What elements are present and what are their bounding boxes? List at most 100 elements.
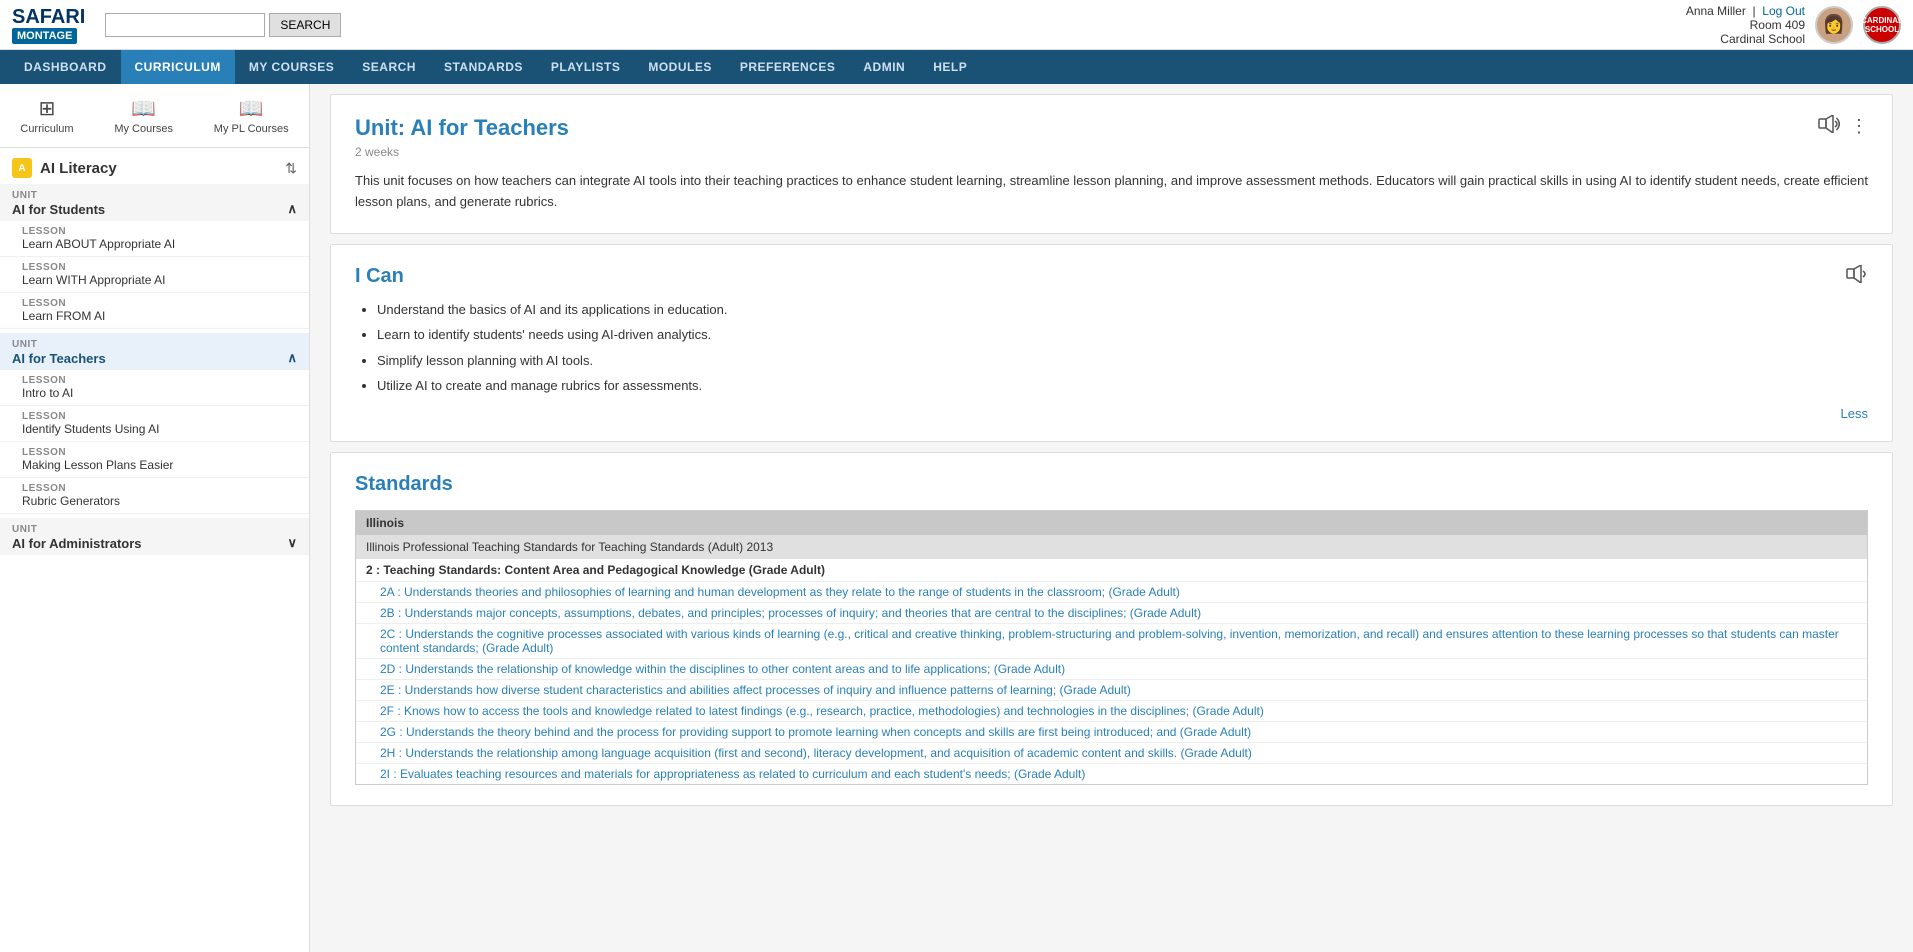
- nav-standards[interactable]: STANDARDS: [430, 50, 537, 84]
- sidebar-unit-ai-for-administrators: UNIT AI for Administrators ∨: [0, 518, 309, 555]
- i-can-list: Understand the basics of AI and its appl…: [355, 300, 1868, 396]
- std-sub-2a: 2A : Understands theories and philosophi…: [356, 581, 1867, 602]
- standards-section: Standards Illinois Illinois Professional…: [330, 452, 1893, 806]
- sidebar-item-curriculum[interactable]: ⊞ Curriculum: [10, 92, 83, 139]
- more-options-icon[interactable]: ⋮: [1850, 116, 1868, 137]
- search-button[interactable]: SEARCH: [269, 13, 341, 37]
- search-area: SEARCH: [105, 13, 341, 37]
- std-sub-2d: 2D : Understands the relationship of kno…: [356, 658, 1867, 679]
- std-state: Illinois: [366, 516, 404, 530]
- sidebar-nav-curriculum-label: Curriculum: [20, 123, 73, 135]
- nav-admin[interactable]: ADMIN: [849, 50, 919, 84]
- my-pl-courses-icon: 📖: [239, 96, 264, 121]
- std-2g-text: 2G : Understands the theory behind and t…: [380, 725, 1251, 739]
- std-group-row: Illinois Professional Teaching Standards…: [356, 535, 1867, 559]
- sidebar-lesson-making-lesson-plans[interactable]: LESSON Making Lesson Plans Easier: [0, 442, 309, 478]
- nav-preferences[interactable]: PREFERENCES: [726, 50, 850, 84]
- logout-link[interactable]: Log Out: [1762, 4, 1805, 18]
- standards-table-inner: Illinois Illinois Professional Teaching …: [356, 511, 1867, 784]
- unit-title-block: Unit: AI for Teachers 2 weeks: [355, 115, 569, 159]
- std-2i-text: 2I : Evaluates teaching resources and ma…: [380, 767, 1085, 781]
- school-badge: CARDINALSCHOOL: [1863, 6, 1901, 44]
- unit-title-ai-for-students[interactable]: AI for Students ∧: [12, 201, 297, 217]
- sidebar-lesson-intro-to-ai[interactable]: LESSON Intro to AI: [0, 370, 309, 406]
- i-can-read-aloud-icon[interactable]: [1846, 265, 1868, 288]
- unit-header-icons: ⋮: [1818, 115, 1868, 138]
- sidebar-lesson-rubric-generators[interactable]: LESSON Rubric Generators: [0, 478, 309, 514]
- std-sub-2g: 2G : Understands the theory behind and t…: [356, 721, 1867, 742]
- sidebar-expand-icon[interactable]: ⇅: [285, 160, 297, 177]
- sidebar: ⊞ Curriculum 📖 My Courses 📖 My PL Course…: [0, 84, 310, 952]
- unit-description: This unit focuses on how teachers can in…: [355, 171, 1868, 213]
- section-header: Unit: AI for Teachers 2 weeks ⋮: [355, 115, 1868, 159]
- user-area: Anna Miller | Log Out Room 409 Cardinal …: [1686, 4, 1901, 46]
- nav-search[interactable]: SEARCH: [348, 50, 430, 84]
- standards-title: Standards: [355, 473, 1868, 496]
- user-school: Cardinal School: [1720, 32, 1805, 46]
- sidebar-top-nav: ⊞ Curriculum 📖 My Courses 📖 My PL Course…: [0, 84, 309, 148]
- std-sub-2e: 2E : Understands how diverse student cha…: [356, 679, 1867, 700]
- i-can-item-4: Utilize AI to create and manage rubrics …: [377, 376, 1868, 396]
- user-info: Anna Miller | Log Out Room 409 Cardinal …: [1686, 4, 1805, 46]
- i-can-icons: [1846, 265, 1868, 288]
- nav-my-courses[interactable]: MY COURSES: [235, 50, 348, 84]
- main-layout: ⊞ Curriculum 📖 My Courses 📖 My PL Course…: [0, 84, 1913, 952]
- user-name: Anna Miller: [1686, 4, 1746, 18]
- sidebar-lesson-learn-with[interactable]: LESSON Learn WITH Appropriate AI: [0, 257, 309, 293]
- sidebar-unit-ai-for-teachers: UNIT AI for Teachers ∧: [0, 333, 309, 370]
- std-sub-2b: 2B : Understands major concepts, assumpt…: [356, 602, 1867, 623]
- sidebar-item-my-pl-courses[interactable]: 📖 My PL Courses: [204, 92, 299, 139]
- unit-title-ai-for-teachers[interactable]: AI for Teachers ∧: [12, 350, 297, 366]
- nav-dashboard[interactable]: DASHBOARD: [10, 50, 121, 84]
- nav-modules[interactable]: MODULES: [634, 50, 726, 84]
- i-can-header: I Can: [355, 265, 1868, 300]
- avatar: 👩: [1815, 6, 1853, 44]
- nav-curriculum[interactable]: CURRICULUM: [121, 50, 235, 84]
- unit-duration: 2 weeks: [355, 145, 569, 159]
- sidebar-course-title: AI Literacy: [40, 160, 117, 177]
- std-2f-text: 2F : Knows how to access the tools and k…: [380, 704, 1264, 718]
- less-link[interactable]: Less: [1841, 406, 1868, 421]
- nav-playlists[interactable]: PLAYLISTS: [537, 50, 634, 84]
- i-can-item-1: Understand the basics of AI and its appl…: [377, 300, 1868, 320]
- unit-main-title: Unit: AI for Teachers: [355, 115, 569, 141]
- i-can-section: I Can Understand the basics of AI and it…: [330, 244, 1893, 442]
- my-courses-icon: 📖: [131, 96, 156, 121]
- std-2e-text: 2E : Understands how diverse student cha…: [380, 683, 1131, 697]
- std-sub-2c: 2C : Understands the cognitive processes…: [356, 623, 1867, 658]
- sidebar-lesson-learn-about[interactable]: LESSON Learn ABOUT Appropriate AI: [0, 221, 309, 257]
- nav-bar: DASHBOARD CURRICULUM MY COURSES SEARCH S…: [0, 50, 1913, 84]
- user-room: Room 409: [1750, 18, 1805, 32]
- std-2b-text: 2B : Understands major concepts, assumpt…: [380, 606, 1201, 620]
- std-state-row: Illinois: [356, 511, 1867, 535]
- read-aloud-icon[interactable]: [1818, 115, 1840, 138]
- sidebar-unit-ai-for-students: UNIT AI for Students ∧: [0, 184, 309, 221]
- unit-label-ai-for-administrators: UNIT: [12, 524, 297, 535]
- std-sub-2f: 2F : Knows how to access the tools and k…: [356, 700, 1867, 721]
- sidebar-lesson-identify-students[interactable]: LESSON Identify Students Using AI: [0, 406, 309, 442]
- std-2d-text: 2D : Understands the relationship of kno…: [380, 662, 1065, 676]
- ai-literacy-icon: A: [12, 158, 32, 178]
- curriculum-icon: ⊞: [39, 96, 56, 121]
- std-2a-text: 2A : Understands theories and philosophi…: [380, 585, 1180, 599]
- i-can-item-2: Learn to identify students' needs using …: [377, 325, 1868, 345]
- unit-title-ai-for-administrators[interactable]: AI for Administrators ∨: [12, 535, 297, 551]
- std-item-main-text: 2 : Teaching Standards: Content Area and…: [366, 563, 825, 577]
- unit-label-ai-for-students: UNIT: [12, 190, 297, 201]
- content-area: Unit: AI for Teachers 2 weeks ⋮: [310, 84, 1913, 952]
- std-item-main: 2 : Teaching Standards: Content Area and…: [356, 559, 1867, 582]
- unit-chevron-up-ai-for-teachers: ∧: [287, 350, 297, 366]
- i-can-title: I Can: [355, 265, 404, 288]
- unit-header-section: Unit: AI for Teachers 2 weeks ⋮: [330, 94, 1893, 234]
- sidebar-nav-my-courses-label: My Courses: [114, 123, 173, 135]
- nav-help[interactable]: HELP: [919, 50, 981, 84]
- sidebar-course-header: A AI Literacy ⇅: [0, 148, 309, 184]
- i-can-item-3: Simplify lesson planning with AI tools.: [377, 351, 1868, 371]
- search-input[interactable]: [105, 13, 265, 37]
- sidebar-item-my-courses[interactable]: 📖 My Courses: [104, 92, 183, 139]
- logo: SAFARI MONTAGE: [12, 7, 85, 42]
- sidebar-lesson-learn-from[interactable]: LESSON Learn FROM AI: [0, 293, 309, 329]
- unit-label-ai-for-teachers: UNIT: [12, 339, 297, 350]
- unit-chevron-up-ai-for-students: ∧: [287, 201, 297, 217]
- standards-table[interactable]: Illinois Illinois Professional Teaching …: [355, 510, 1868, 785]
